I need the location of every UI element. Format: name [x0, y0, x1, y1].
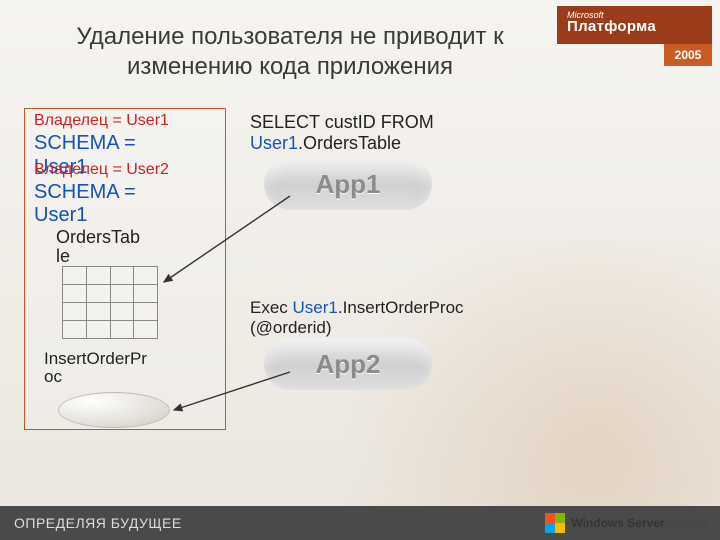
footer-tagline: ОПРЕДЕЛЯЯ БУДУЩЕЕ — [14, 515, 182, 531]
query2-prefix: Exec — [250, 298, 293, 317]
schema2-line: SCHEMA = User1 — [34, 181, 136, 227]
owner2-value: User2 — [126, 161, 169, 178]
schema2-value: User1 — [34, 204, 87, 226]
table-name: OrdersTable — [56, 227, 140, 266]
event-logo: Microsoft Платформа 2005 — [557, 6, 712, 68]
slide: Удаление пользователя не приводит к изме… — [0, 0, 720, 540]
app1-label: App1 — [316, 169, 381, 199]
app2-pill: App2 — [264, 338, 432, 390]
proc-label: InsertOrderProc — [44, 350, 147, 386]
background-map-wash — [300, 240, 720, 540]
microsoft-flag-icon — [545, 513, 565, 533]
logo-big-text: Платформа — [567, 18, 656, 35]
owner2-label: Владелец = — [34, 161, 126, 178]
schema1-line: SCHEMA = — [34, 132, 136, 155]
owner1-value: User1 — [126, 112, 169, 129]
brand-text: Windows Server System — [571, 516, 708, 530]
query1-text: SELECT custID FROM User1.OrdersTable — [250, 112, 434, 154]
windows-server-logo: Windows Server System — [545, 509, 708, 537]
owner1-line: Владелец = User1 — [34, 112, 169, 130]
logo-year: 2005 — [664, 44, 712, 66]
owner1-label: Владелец = — [34, 112, 126, 129]
orders-table-label: OrdersTable — [56, 228, 140, 266]
query1-user: User1 — [250, 133, 298, 153]
query2-user: User1 — [293, 298, 338, 317]
app1-pill: App1 — [264, 158, 432, 210]
query1-prefix: SELECT custID FROM — [250, 112, 434, 132]
owner2-line: Владелец = User2 — [34, 161, 169, 179]
table-icon — [62, 266, 158, 336]
query1-suffix: .OrdersTable — [298, 133, 401, 153]
proc-icon — [58, 392, 170, 428]
query2-text: Exec User1.InsertOrderProc(@orderid) — [250, 298, 464, 339]
logo-bar: Microsoft Платформа — [557, 6, 712, 44]
slide-title: Удаление пользователя не приводит к изме… — [30, 22, 550, 82]
schema-label-2: SCHEMA = — [34, 181, 136, 203]
schema-label-1: SCHEMA = — [34, 132, 136, 154]
app2-label: App2 — [316, 349, 381, 379]
